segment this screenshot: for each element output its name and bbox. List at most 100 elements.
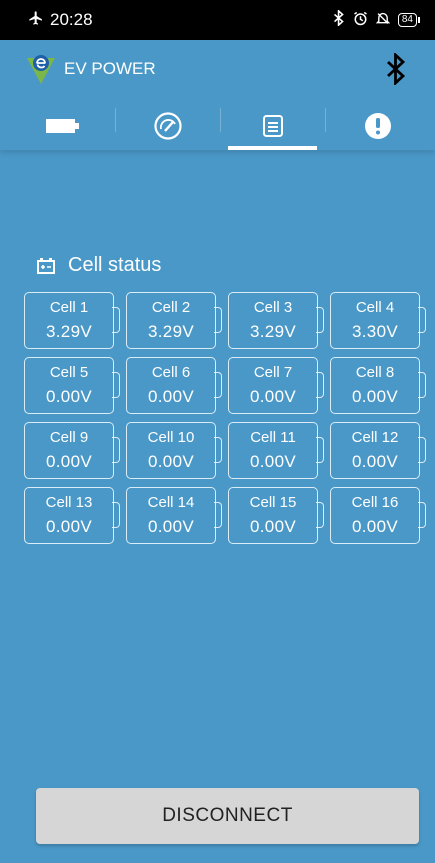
list-icon	[262, 115, 283, 137]
cell-tile: Cell 15 0.00V	[228, 487, 324, 544]
cell-terminal	[418, 372, 426, 398]
cell-terminal	[112, 437, 120, 463]
cell-name: Cell 4	[355, 298, 395, 316]
cell-voltage: 0.00V	[250, 386, 296, 406]
cell-name: Cell 14	[147, 493, 195, 511]
cell-tile: Cell 12 0.00V	[330, 422, 426, 479]
cell-terminal	[112, 307, 120, 333]
status-left: 20:28	[28, 10, 93, 31]
cell-terminal	[112, 502, 120, 528]
cell-terminal	[214, 437, 222, 463]
cell-voltage: 0.00V	[352, 451, 398, 471]
cell-voltage: 0.00V	[46, 386, 92, 406]
cell-terminal	[316, 307, 324, 333]
cell-body: Cell 3 3.29V	[228, 292, 318, 349]
battery-icon: 84	[397, 13, 421, 27]
cell-name: Cell 2	[151, 298, 191, 316]
cell-terminal	[316, 372, 324, 398]
app-header: EV POWER	[0, 40, 435, 150]
cell-body: Cell 15 0.00V	[228, 487, 318, 544]
bluetooth-button[interactable]	[381, 52, 411, 86]
cell-tile: Cell 10 0.00V	[126, 422, 222, 479]
bluetooth-icon	[333, 9, 345, 30]
cell-voltage: 3.29V	[46, 321, 92, 341]
cell-terminal	[112, 372, 120, 398]
cell-tile: Cell 8 0.00V	[330, 357, 426, 414]
battery-pack-icon	[37, 257, 55, 274]
tab-alerts[interactable]	[325, 102, 430, 150]
cell-body: Cell 6 0.00V	[126, 357, 216, 414]
cell-tile: Cell 7 0.00V	[228, 357, 324, 414]
cell-name: Cell 8	[355, 363, 395, 381]
section-title: Cell status	[68, 254, 162, 276]
cell-name: Cell 13	[45, 493, 93, 511]
status-bar: 20:28 84	[0, 0, 435, 40]
cell-voltage: 0.00V	[148, 386, 194, 406]
cell-terminal	[214, 372, 222, 398]
cell-name: Cell 6	[151, 363, 191, 381]
cell-name: Cell 11	[250, 428, 296, 446]
cell-grid: Cell 1 3.29V Cell 2 3.29V Cell 3 3.29V Cell…	[24, 292, 434, 544]
airplane-icon	[28, 10, 44, 31]
cell-voltage: 0.00V	[250, 451, 296, 471]
cell-tile: Cell 2 3.29V	[126, 292, 222, 349]
cell-body: Cell 14 0.00V	[126, 487, 216, 544]
cell-voltage: 3.29V	[148, 321, 194, 341]
gauge-icon	[153, 112, 182, 140]
bluetooth-icon	[387, 53, 406, 85]
cell-name: Cell 5	[49, 363, 89, 381]
cell-tile: Cell 11 0.00V	[228, 422, 324, 479]
cell-tile: Cell 1 3.29V	[24, 292, 120, 349]
cell-body: Cell 5 0.00V	[24, 357, 114, 414]
cell-name: Cell 3	[253, 298, 293, 316]
battery-icon	[45, 119, 79, 133]
cell-terminal	[418, 307, 426, 333]
cell-tile: Cell 16 0.00V	[330, 487, 426, 544]
cell-voltage: 3.30V	[352, 321, 398, 341]
cell-terminal	[316, 437, 324, 463]
tab-list[interactable]	[220, 102, 325, 150]
cell-name: Cell 1	[49, 298, 89, 316]
cell-name: Cell 10	[147, 428, 195, 446]
tab-bar	[10, 102, 430, 150]
disconnect-button[interactable]: DISCONNECT	[36, 788, 419, 844]
cell-body: Cell 12 0.00V	[330, 422, 420, 479]
status-right: 84	[333, 9, 421, 30]
tab-battery[interactable]	[10, 102, 115, 150]
cell-tile: Cell 13 0.00V	[24, 487, 120, 544]
cell-body: Cell 2 3.29V	[126, 292, 216, 349]
cell-tile: Cell 9 0.00V	[24, 422, 120, 479]
ev-power-logo	[27, 55, 55, 84]
cell-terminal	[418, 502, 426, 528]
status-time: 20:28	[50, 10, 93, 29]
cell-name: Cell 12	[351, 428, 399, 446]
cell-body: Cell 11 0.00V	[228, 422, 318, 479]
cell-voltage: 0.00V	[148, 451, 194, 471]
cell-voltage: 0.00V	[148, 516, 194, 536]
app-name: EV POWER	[64, 59, 156, 78]
brand: EV POWER	[24, 52, 156, 86]
tab-gauge[interactable]	[115, 102, 220, 150]
cell-name: Cell 9	[49, 428, 89, 446]
cell-name: Cell 15	[249, 493, 297, 511]
cell-tile: Cell 5 0.00V	[24, 357, 120, 414]
cell-voltage: 0.00V	[46, 451, 92, 471]
cell-name: Cell 7	[253, 363, 293, 381]
cell-body: Cell 16 0.00V	[330, 487, 420, 544]
cell-body: Cell 4 3.30V	[330, 292, 420, 349]
cell-terminal	[214, 307, 222, 333]
dnd-icon	[375, 11, 391, 30]
cell-tile: Cell 4 3.30V	[330, 292, 426, 349]
cell-tile: Cell 14 0.00V	[126, 487, 222, 544]
cell-terminal	[418, 437, 426, 463]
cell-voltage: 0.00V	[352, 386, 398, 406]
cell-body: Cell 1 3.29V	[24, 292, 114, 349]
alarm-icon	[353, 11, 368, 30]
cell-body: Cell 9 0.00V	[24, 422, 114, 479]
cell-voltage: 0.00V	[250, 516, 296, 536]
cell-voltage: 3.29V	[250, 321, 296, 341]
alert-icon	[364, 113, 391, 139]
section-header: Cell status	[36, 254, 161, 277]
cell-voltage: 0.00V	[352, 516, 398, 536]
cell-body: Cell 8 0.00V	[330, 357, 420, 414]
